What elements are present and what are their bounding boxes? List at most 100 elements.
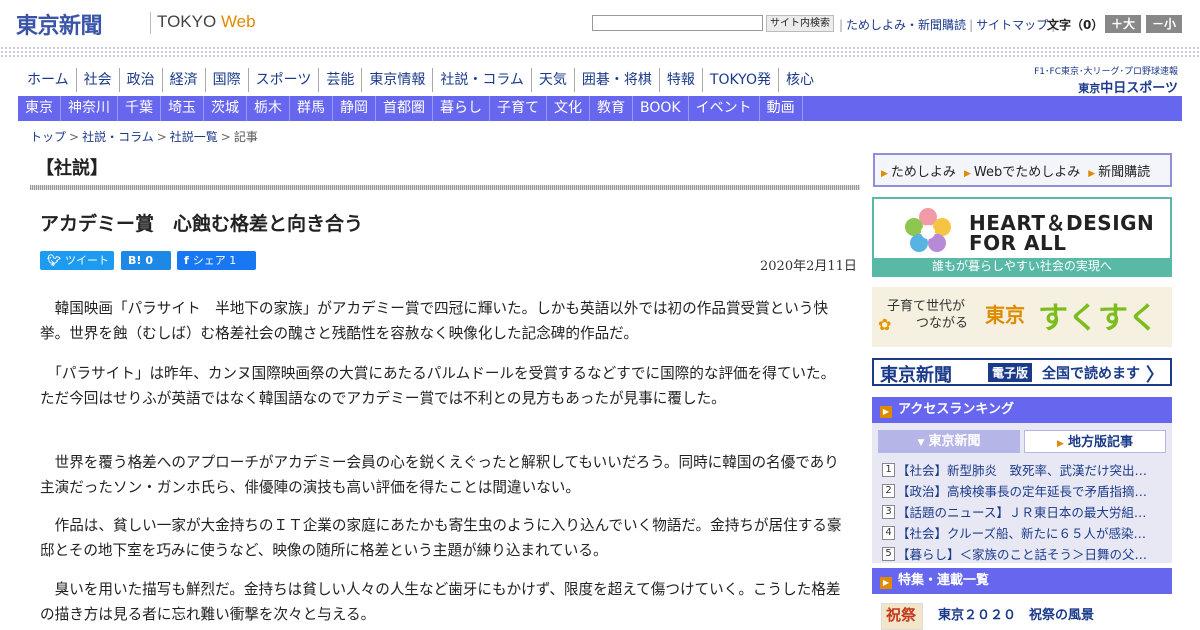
fb-share-count: 1 — [229, 254, 237, 267]
chunichi-logo: 東京中日スポーツ — [1030, 77, 1178, 96]
site-search-input[interactable] — [592, 15, 763, 31]
nav-region-ibaraki[interactable]: 茨城 — [204, 96, 247, 121]
site-header: 東京新聞 TOKYO Web サイト内検索 | ためしよみ・新聞購読 | サイトマップ… — [0, 0, 1200, 46]
nav-entertainment[interactable]: 芸能 — [318, 68, 361, 92]
article-paragraph: 「パラサイト」は昨年、カンヌ国際映画祭の大賞にあたるパルムドールを受賞するなどす… — [40, 365, 836, 407]
rank-number: 4 — [882, 525, 895, 540]
ranking-item[interactable]: 3 【話題のニュース】ＪＲ東日本の最大労組… — [882, 501, 1162, 522]
nav-core[interactable]: 核心 — [777, 68, 821, 92]
site-search-button[interactable]: サイト内検索 — [766, 15, 834, 32]
nav-international[interactable]: 国際 — [204, 68, 248, 92]
breadcrumb-top[interactable]: トップ — [30, 130, 66, 144]
nav-region-chiba[interactable]: 千葉 — [118, 96, 161, 121]
breadcrumb-editorial[interactable]: 社説・コラム — [82, 130, 154, 144]
header-dotted-divider — [0, 46, 1200, 58]
nav-tokyo-info[interactable]: 東京情報 — [361, 68, 432, 92]
twitter-icon: 🐦︎ — [47, 254, 61, 267]
arrow-right-icon: ▶ — [881, 168, 888, 179]
logo-en-prefix: TOKYO — [157, 12, 217, 31]
sukusuku-tokyo: 東京 — [985, 303, 1025, 327]
arrow-right-icon: ▶ — [880, 406, 892, 418]
facebook-icon: f — [184, 254, 189, 267]
nav-economy[interactable]: 経済 — [161, 68, 205, 92]
nav-book[interactable]: BOOK — [633, 96, 689, 121]
tab-ranking-local[interactable]: ▶ 地方版記事 — [1024, 430, 1166, 453]
ranking-item[interactable]: 1 【社会】新型肺炎 致死率、武漢だけ突出… — [882, 459, 1162, 480]
digital-text: 全国で読めます — [1042, 366, 1140, 382]
nav-politics[interactable]: 政治 — [118, 68, 162, 92]
nav-editorial[interactable]: 社説・コラム — [432, 68, 531, 92]
header-link-trial[interactable]: ためしよみ・新聞購読 — [846, 18, 966, 32]
rank-number: 3 — [882, 504, 895, 519]
rank-text: 【政治】高検検事長の定年延長で矛盾指摘… — [897, 484, 1148, 499]
nav-region-tokyo[interactable]: 東京 — [18, 96, 61, 121]
digital-edition-banner[interactable]: 東京新聞 電子版 全国で読めます 〉 — [872, 358, 1172, 386]
font-bigger-button[interactable]: ＋大 — [1105, 15, 1141, 33]
subscription-links-box: ▶ ためしよみ ▶ Webでためしよみ ▶ 新聞購読 — [873, 153, 1172, 187]
header-links: | ためしよみ・新聞購読 | サイトマップ | — [839, 18, 1056, 32]
ranking-item[interactable]: 5 【暮らし】＜家族のこと話そう＞日舞の父… — [882, 543, 1162, 564]
link-web-trial[interactable]: ▶ Webでためしよみ — [964, 161, 1080, 180]
nav-region-tochigi[interactable]: 栃木 — [247, 96, 290, 121]
tweet-button[interactable]: 🐦︎ ツイート — [40, 251, 114, 270]
nav-region-shutoken[interactable]: 首都圏 — [376, 96, 433, 121]
nav-parenting[interactable]: 子育て — [490, 96, 547, 121]
nav-home[interactable]: ホーム — [20, 68, 76, 92]
header-link-sitemap[interactable]: サイトマップ — [976, 18, 1048, 32]
tab-ranking-tokyo[interactable]: ▼ 東京新聞 — [878, 430, 1020, 453]
chunichi-prefix: 東京 — [1078, 82, 1101, 95]
chunichi-sports-link[interactable]: F1･FC東京･大リーグ･プロ野球速報 東京中日スポーツ — [1030, 64, 1178, 96]
hatena-icon: B! — [128, 254, 142, 267]
font-smaller-button[interactable]: －小 — [1146, 15, 1182, 33]
font-size-label: 文字（0） — [1047, 18, 1104, 32]
article-date: 2020年2月11日 — [760, 259, 857, 274]
link-trial-read[interactable]: ▶ ためしよみ — [881, 161, 956, 180]
rank-text: 【話題のニュース】ＪＲ東日本の最大労組… — [897, 505, 1147, 520]
nav-video[interactable]: 動画 — [760, 96, 803, 121]
nav-society[interactable]: 社会 — [75, 68, 119, 92]
digital-logo: 東京新聞 — [880, 365, 952, 386]
nav-event[interactable]: イベント — [689, 96, 760, 121]
nav-tokyo-hatsu[interactable]: TOKYO発 — [701, 68, 778, 92]
digital-tag: 電子版 — [988, 363, 1033, 382]
nav-region-kanagawa[interactable]: 神奈川 — [61, 96, 118, 121]
nav-culture[interactable]: 文化 — [547, 96, 590, 121]
nav-special-report[interactable]: 特報 — [658, 68, 702, 92]
fb-share-label: シェア — [192, 254, 226, 267]
feature-item[interactable]: 祝祭 東京２０２０ 祝祭の風景 — [872, 594, 1172, 630]
nav-region-shizuoka[interactable]: 静岡 — [333, 96, 376, 121]
nav-region-saitama[interactable]: 埼玉 — [161, 96, 204, 121]
hatena-bookmark-button[interactable]: B! 0 — [121, 251, 171, 270]
nav-region-gunma[interactable]: 群馬 — [290, 96, 333, 121]
nav-weather[interactable]: 天気 — [530, 68, 574, 92]
article-paragraph: 作品は、貧しい一家が大金持ちのＩＴ企業の家庭にあたかも寄生虫のように入り込んでい… — [40, 517, 842, 559]
feature-thumbnail: 祝祭 — [881, 603, 923, 630]
triangle-down-icon: ▼ — [917, 438, 925, 448]
heart-design-banner[interactable]: HEART＆DESIGN FOR ALL 誰もが暮らしやすい社会の実現へ — [872, 197, 1172, 277]
tokyo-sukusuku-banner[interactable]: ✿ 子育て世代が つながる 東京 すくすく — [872, 287, 1172, 347]
flower-logo-icon — [905, 208, 951, 252]
tokyo-web-logo[interactable]: TOKYO Web — [157, 12, 256, 32]
link-subscribe[interactable]: ▶ 新聞購読 — [1088, 161, 1150, 180]
rank-text: 【社会】クルーズ船、新たに６５人が感染… — [897, 526, 1147, 541]
primary-nav: ホーム 社会 政治 経済 国際 スポーツ 芸能 東京情報 社説・コラム 天気 囲… — [20, 68, 821, 92]
section-divider — [30, 185, 860, 190]
triangle-right-icon: ▶ — [1057, 439, 1064, 449]
logo-divider — [150, 12, 151, 34]
heart-design-line2: FOR ALL — [969, 231, 1067, 255]
arrow-right-icon: ▶ — [963, 168, 971, 179]
ranking-item[interactable]: 2 【政治】高検検事長の定年延長で矛盾指摘… — [882, 480, 1162, 501]
sukusuku-logo: すくすく — [1038, 301, 1158, 336]
chevron-right-icon: 〉 — [1146, 365, 1164, 386]
facebook-share-button[interactable]: f シェア 1 — [177, 251, 256, 270]
nav-education[interactable]: 教育 — [590, 96, 633, 121]
tweet-label: ツイート — [64, 254, 109, 267]
nav-sports[interactable]: スポーツ — [247, 68, 319, 92]
regional-nav: 東京 神奈川 千葉 埼玉 茨城 栃木 群馬 静岡 首都圏 暮らし 子育て 文化 … — [18, 96, 1182, 121]
site-logo[interactable]: 東京新聞 — [16, 8, 103, 40]
ranking-item[interactable]: 4 【社会】クルーズ船、新たに６５人が感染… — [882, 522, 1162, 543]
nav-living[interactable]: 暮らし — [433, 96, 490, 121]
rank-number: 1 — [882, 462, 895, 477]
breadcrumb-editorial-list[interactable]: 社説一覧 — [170, 130, 218, 144]
nav-go-shogi[interactable]: 囲碁・将棋 — [573, 68, 659, 92]
